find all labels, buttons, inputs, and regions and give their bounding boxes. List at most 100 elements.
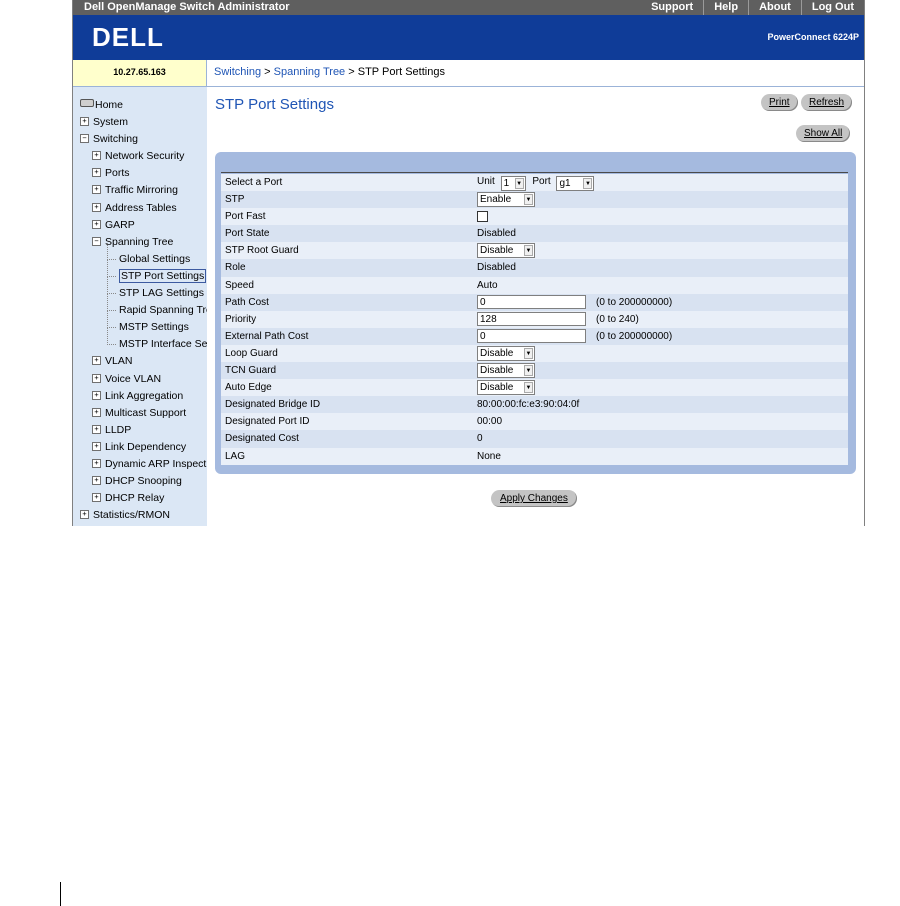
nav-switching-label: Switching xyxy=(93,133,138,146)
nav-address-tables[interactable]: + Address Tables xyxy=(80,200,207,217)
expand-icon[interactable]: + xyxy=(92,424,101,434)
ext-path-cost-input[interactable]: 0 xyxy=(477,328,586,343)
row-bridge-id: Designated Bridge ID 80:00:00:fc:e3:90:0… xyxy=(221,396,848,414)
nav-lldp[interactable]: + LLDP xyxy=(80,422,207,439)
nav-home[interactable]: Home xyxy=(80,97,207,114)
path-cost-input[interactable]: 0 xyxy=(477,294,586,309)
print-button[interactable]: Print xyxy=(761,94,798,111)
priority-range: (0 to 240) xyxy=(596,313,639,325)
priority-label: Priority xyxy=(225,313,257,325)
nav-network-security[interactable]: + Network Security xyxy=(80,148,207,165)
nav-mstp-settings[interactable]: MSTP Settings xyxy=(94,311,207,336)
support-link[interactable]: Support xyxy=(641,0,703,15)
port-value: g1 xyxy=(559,178,571,189)
address-bar: 10.27.65.163 Switching > Spanning Tree >… xyxy=(73,60,864,87)
collapse-icon[interactable]: − xyxy=(80,134,89,144)
nav-dynamic-arp-label: Dynamic ARP Inspection xyxy=(105,457,207,470)
designated-cost-label: Designated Cost xyxy=(225,433,299,445)
row-priority: Priority 128 (0 to 240) xyxy=(221,310,848,328)
expand-icon[interactable]: + xyxy=(92,219,101,229)
nav-statistics[interactable]: + Statistics/RMON xyxy=(80,507,207,524)
expand-icon[interactable]: + xyxy=(80,117,89,127)
auto-edge-select[interactable]: Disable ▼ xyxy=(477,380,535,396)
nav-system-label: System xyxy=(93,116,129,129)
row-port-fast: Port Fast xyxy=(221,208,848,226)
row-stp: STP Enable ▼ xyxy=(221,191,848,209)
nav-link-dependency[interactable]: + Link Dependency xyxy=(80,439,207,456)
app-title: Dell OpenManage Switch Administrator xyxy=(84,1,290,13)
nav-dhcp-snooping[interactable]: + DHCP Snooping xyxy=(80,473,207,490)
port-state-label: Port State xyxy=(225,228,270,240)
priority-input[interactable]: 128 xyxy=(477,311,586,326)
nav-stp-port-settings[interactable]: STP Port Settings xyxy=(94,259,207,285)
expand-icon[interactable]: + xyxy=(92,441,101,451)
nav-spanning-tree[interactable]: − Spanning Tree xyxy=(80,234,207,251)
nav-dynamic-arp[interactable]: + Dynamic ARP Inspection xyxy=(80,456,207,473)
expand-icon[interactable]: + xyxy=(92,390,101,400)
nav-tree: Home + System − Switching + Network Securit… xyxy=(80,97,207,524)
ext-path-cost-label: External Path Cost xyxy=(225,330,309,342)
nav-mstp-interface-settings[interactable]: MSTP Interface Settings xyxy=(94,328,207,353)
nav-traffic-mirroring[interactable]: + Traffic Mirroring xyxy=(80,182,207,199)
breadcrumb-switching[interactable]: Switching xyxy=(214,66,261,78)
loop-guard-select[interactable]: Disable ▼ xyxy=(477,345,535,361)
nav-global-settings-label: Global Settings xyxy=(119,252,191,265)
nav-system[interactable]: + System xyxy=(80,114,207,131)
path-cost-label: Path Cost xyxy=(225,296,269,308)
loop-guard-value: Disable xyxy=(480,347,514,359)
stp-value: Enable xyxy=(480,194,512,206)
help-link[interactable]: Help xyxy=(703,0,748,15)
expand-icon[interactable]: + xyxy=(92,476,101,486)
nav-network-security-label: Network Security xyxy=(105,150,185,163)
nav-address-tables-label: Address Tables xyxy=(105,201,177,214)
expand-icon[interactable]: + xyxy=(92,407,101,417)
expand-icon[interactable]: + xyxy=(92,151,101,161)
nav-rapid-spanning-tree[interactable]: Rapid Spanning Tree xyxy=(94,294,207,319)
banner: DELL PowerConnect 6224P xyxy=(73,15,864,60)
nav-link-aggregation[interactable]: + Link Aggregation xyxy=(80,388,207,405)
port-fast-checkbox[interactable] xyxy=(477,211,488,223)
apply-changes-button[interactable]: Apply Changes xyxy=(491,490,577,507)
expand-icon[interactable]: + xyxy=(92,202,101,212)
unit-select[interactable]: 1 ▼ xyxy=(500,176,526,191)
stp-select[interactable]: Enable ▼ xyxy=(477,192,535,208)
page-margin-line xyxy=(60,882,61,906)
nav-garp[interactable]: + GARP xyxy=(80,217,207,234)
expand-icon[interactable]: + xyxy=(80,510,89,520)
path-cost-range: (0 to 200000000) xyxy=(596,296,673,308)
nav-multicast-support-label: Multicast Support xyxy=(105,406,187,419)
expand-icon[interactable]: + xyxy=(92,185,101,195)
root-guard-label: STP Root Guard xyxy=(225,245,299,257)
refresh-button[interactable]: Refresh xyxy=(801,94,853,111)
port-label: Port xyxy=(532,176,551,187)
expand-icon[interactable]: + xyxy=(92,458,101,468)
nav-vlan[interactable]: + VLAN xyxy=(80,353,207,370)
top-links: Support Help About Log Out xyxy=(641,0,864,15)
nav-multicast-support[interactable]: + Multicast Support xyxy=(80,405,207,422)
collapse-icon[interactable]: − xyxy=(92,236,101,246)
expand-icon[interactable]: + xyxy=(92,168,101,178)
about-link[interactable]: About xyxy=(748,0,801,15)
nav-switching[interactable]: − Switching xyxy=(80,131,207,148)
chevron-down-icon: ▼ xyxy=(514,178,524,189)
port-select[interactable]: g1 ▼ xyxy=(556,176,595,191)
chevron-down-icon: ▼ xyxy=(524,194,533,206)
show-all-button[interactable]: Show All xyxy=(796,125,851,142)
expand-icon[interactable]: + xyxy=(92,356,101,366)
root-guard-select[interactable]: Disable ▼ xyxy=(477,243,535,259)
expand-icon[interactable]: + xyxy=(92,373,101,383)
nav-vlan-label: VLAN xyxy=(105,355,133,368)
nav-stp-lag-settings[interactable]: STP LAG Settings xyxy=(94,276,207,302)
breadcrumb-separator: > xyxy=(261,66,274,78)
row-lag: LAG None xyxy=(221,447,848,465)
unit-value: 1 xyxy=(503,178,510,189)
nav-ports[interactable]: + Ports xyxy=(80,165,207,182)
nav-dhcp-relay[interactable]: + DHCP Relay xyxy=(80,490,207,507)
expand-icon[interactable]: + xyxy=(92,493,101,503)
logout-link[interactable]: Log Out xyxy=(800,0,864,15)
tcn-guard-select[interactable]: Disable ▼ xyxy=(477,363,535,379)
breadcrumb-spanning-tree[interactable]: Spanning Tree xyxy=(274,66,346,78)
nav-global-settings[interactable]: Global Settings xyxy=(94,242,207,268)
tcn-guard-value: Disable xyxy=(480,365,514,377)
nav-voice-vlan[interactable]: + Voice VLAN xyxy=(80,371,207,388)
